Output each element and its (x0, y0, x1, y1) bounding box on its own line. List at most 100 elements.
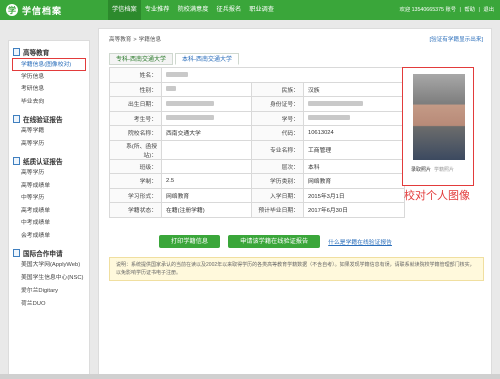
id-value (302, 96, 406, 112)
document-icon (13, 47, 20, 56)
table-row: 学习形式： 网络教育 入学日期： 2015年3月1日 (109, 187, 406, 203)
stuid-label: 学号： (250, 110, 304, 126)
nav-item-enlistment[interactable]: 征兵报名 (212, 0, 245, 20)
status-value: 在籍(注册学籍) (161, 202, 252, 218)
form-label: 学习形式： (109, 187, 162, 203)
sidebar-item-secondary-degree[interactable]: 中等学历 (9, 192, 89, 205)
document-icon (13, 248, 20, 257)
main-nav: 学信档案 专业推荐 院校满意度 征兵报名 职业调查 (108, 0, 278, 20)
sidebar-item-digitary[interactable]: 爱尔兰Digitary (9, 285, 89, 298)
sidebar-item-degree-info[interactable]: 学历信息 (9, 71, 89, 84)
sidebar-group-online-report: 在线验证报告 高等学籍 高等学历 (9, 112, 89, 150)
nav-item-archive[interactable]: 学信档案 (108, 0, 141, 20)
sidebar-item-gaokao-scores[interactable]: 高考成绩单 (9, 205, 89, 218)
enroll-label: 入学日期： (250, 187, 304, 203)
sidebar-group-paper-report: 纸质认证报告 高等学历 高等成绩单 中等学历 高考成绩单 中考成绩单 会考成绩单 (9, 154, 89, 242)
group-title-text: 在线验证报告 (23, 116, 63, 124)
help-link[interactable]: 帮助 (464, 7, 475, 13)
redacted-value (307, 115, 350, 121)
school-value: 西南交通大学 (161, 125, 252, 141)
breadcrumb-current: 学籍信息 (138, 37, 162, 43)
gender-value (161, 81, 252, 97)
dept-value (161, 139, 252, 160)
print-enrollment-button[interactable]: 打印学籍信息 (159, 235, 221, 248)
photo-annotation: 校对个人图像 (404, 190, 470, 202)
sidebar: 高等教育 学籍信息(图像校对) 学历信息 考研信息 毕业去向 在线验证报告 高等… (8, 40, 90, 379)
exam-label: 考生号： (109, 110, 162, 126)
code-value: 10613024 (302, 125, 406, 141)
birth-value (161, 96, 252, 112)
student-photo (413, 74, 465, 160)
nav-item-survey[interactable]: 职业调查 (245, 0, 278, 20)
action-row: 打印学籍信息 申请该学籍在线验证报告 什么是学籍在线验证报告 (159, 235, 392, 248)
group-title-text: 高等教育 (23, 49, 50, 57)
photo-panel: 录取照片 学籍照片 (402, 67, 474, 186)
ethnic-label: 民族： (250, 81, 304, 97)
enrollment-photo-tab[interactable]: 学籍照片 (434, 166, 454, 173)
apply-report-button[interactable]: 申请该学籍在线验证报告 (228, 235, 321, 248)
separator: | (478, 7, 480, 13)
redacted-value (166, 100, 214, 106)
name-label: 姓名： (109, 67, 162, 83)
major-label: 专业名称： (250, 139, 304, 160)
redacted-value (166, 71, 188, 77)
sidebar-item-destination[interactable]: 毕业去向 (9, 96, 89, 109)
code-label: 代码： (250, 125, 304, 141)
sidebar-item-applyweb[interactable]: 美国大学网(ApplyWeb) (9, 259, 89, 272)
class-value (161, 158, 252, 174)
nav-item-major[interactable]: 专业推荐 (141, 0, 174, 20)
sidebar-item-zhongkao-scores[interactable]: 中考成绩单 (9, 217, 89, 230)
system-label: 学制： (109, 173, 162, 189)
nav-item-satisfaction[interactable]: 院校满意度 (174, 0, 213, 20)
horizontal-scrollbar[interactable] (0, 374, 500, 379)
birth-label: 出生日期： (109, 96, 162, 112)
logo-text: 学信档案 (22, 5, 63, 16)
what-is-report-link[interactable]: 什么是学籍在线验证报告 (328, 237, 392, 246)
group-title-text: 纸质认证报告 (23, 158, 63, 166)
logout-link[interactable]: 退出 (483, 7, 494, 13)
welcome-text: 欢迎 13540665375 账号 (399, 7, 457, 13)
exam-value (161, 110, 252, 126)
sidebar-group-title: 高等教育 (9, 45, 89, 58)
document-icon (13, 114, 20, 123)
admission-photo-tab[interactable]: 录取照片 (411, 166, 431, 173)
level-value: 本科 (302, 158, 406, 174)
top-nav-bar: 学 学信档案 学信档案 专业推荐 院校满意度 征兵报名 职业调查 欢迎 1354… (0, 0, 500, 20)
class-label: 班级： (109, 158, 162, 174)
type-label: 学历类别： (250, 173, 304, 189)
separator: | (459, 7, 461, 13)
photo-captions: 录取照片 学籍照片 (411, 166, 457, 173)
tab-bachelor[interactable]: 本科-西南交通大学 (175, 53, 239, 65)
sidebar-item-huikao-scores[interactable]: 会考成绩单 (9, 230, 89, 243)
sidebar-item-online-enrollment[interactable]: 高等学籍 (9, 125, 89, 138)
sidebar-group-higher-ed: 高等教育 学籍信息(图像校对) 学历信息 考研信息 毕业去向 (9, 45, 89, 108)
table-row: 班级： 层次： 本科 (109, 158, 406, 174)
table-row: 考生号： 学号： (109, 110, 406, 126)
sidebar-item-nsc[interactable]: 美国学生信息中心(NSC) (9, 272, 89, 285)
document-icon (13, 156, 20, 165)
group-title-text: 国际合作申请 (23, 250, 63, 258)
ethnic-value: 汉族 (302, 81, 406, 97)
gender-label: 性别： (109, 81, 162, 97)
sidebar-item-enrollment-info[interactable]: 学籍信息(图像校对) (12, 58, 86, 71)
sidebar-group-title: 在线验证报告 (9, 112, 89, 125)
sidebar-group-title: 国际合作申请 (9, 246, 89, 259)
breadcrumb-link[interactable]: 高等教育 (109, 37, 131, 43)
record-tabs: 专科-西南交通大学 本科-西南交通大学 (109, 53, 241, 65)
grad-value: 2017年6月30日 (302, 202, 406, 218)
sidebar-item-exam-info[interactable]: 考研信息 (9, 83, 89, 96)
enrollment-info-table: 姓名： 性别： 民族： 汉族 出生日期： 身份证号： 考生号： 学号： 院校名称… (109, 67, 406, 218)
major-value: 工商管理 (302, 139, 406, 160)
sidebar-group-international: 国际合作申请 美国大学网(ApplyWeb) 美国学生信息中心(NSC) 爱尔兰… (9, 246, 89, 310)
dept-label: 系(所、函授站)： (109, 139, 162, 160)
tab-associate[interactable]: 专科-西南交通大学 (109, 53, 173, 65)
site-logo[interactable]: 学 学信档案 (6, 3, 62, 17)
id-label: 身份证号： (250, 96, 304, 112)
redacted-value (166, 86, 176, 92)
sidebar-item-paper-degree[interactable]: 高等学历 (9, 167, 89, 180)
sidebar-item-paper-transcript[interactable]: 高等成绩单 (9, 180, 89, 193)
table-row: 出生日期： 身份证号： (109, 96, 406, 112)
verify-display-link[interactable]: [验证有学籍显示出来] (430, 35, 483, 43)
sidebar-item-online-degree[interactable]: 高等学历 (9, 138, 89, 151)
sidebar-item-duo[interactable]: 荷兰DUO (9, 298, 89, 311)
